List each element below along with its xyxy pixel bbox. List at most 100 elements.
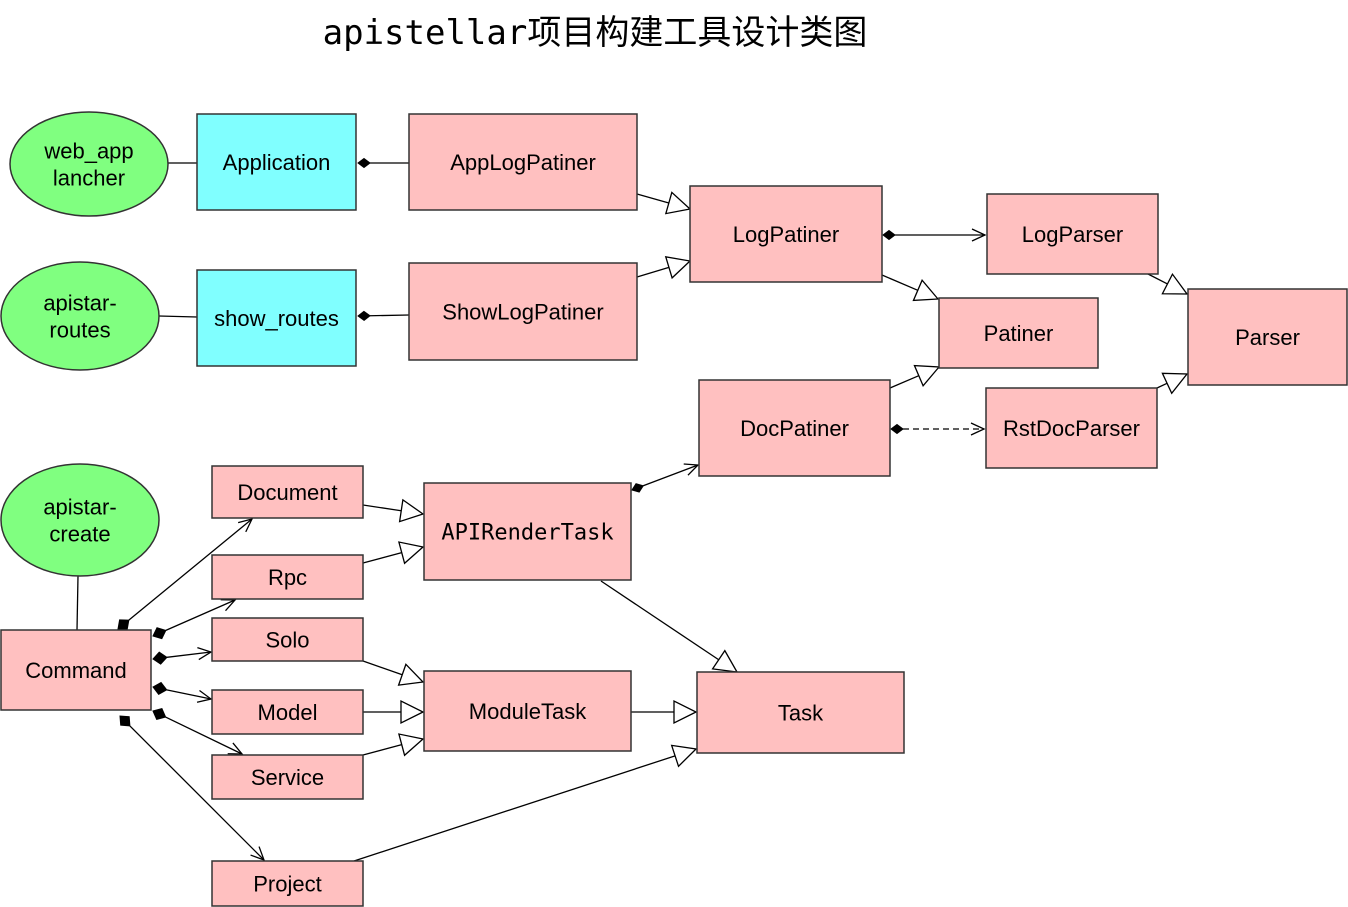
edge-line <box>362 552 402 564</box>
edge-logparser-to-parser <box>1147 272 1189 295</box>
node-label: Project <box>253 872 321 897</box>
edge-logpatiner-to-logparser <box>882 228 987 242</box>
node-application[interactable]: Application <box>196 113 357 211</box>
edge-command-to-solo <box>152 646 213 665</box>
composition-diamond-icon <box>119 715 131 727</box>
node-showlogpatiner[interactable]: ShowLogPatiner <box>408 262 638 361</box>
edge-apistar_create-to-command <box>76 575 79 631</box>
diagram-title: apistellar项目构建工具设计类图 <box>323 13 868 53</box>
edge-docpatiner-to-patiner <box>889 364 941 389</box>
composition-diamond-icon <box>152 708 167 721</box>
edge-rstdocparser-to-parser <box>1156 372 1189 395</box>
node-moduletask[interactable]: ModuleTask <box>423 670 632 752</box>
edge-line <box>362 744 402 756</box>
composition-diamond-icon <box>631 483 645 493</box>
node-web-app-lancher[interactable]: web_applancher <box>9 111 169 217</box>
node-label: LogParser <box>1022 222 1124 247</box>
composition-diamond-icon <box>152 627 167 640</box>
edge-show_routes-to-showlogpatiner <box>357 310 410 322</box>
node-logpatiner[interactable]: LogPatiner <box>689 185 883 283</box>
node-project[interactable]: Project <box>211 860 364 907</box>
node-task[interactable]: Task <box>696 671 905 754</box>
node-apistar-create[interactable]: apistar-create <box>0 463 160 577</box>
actor-ellipse <box>0 463 160 577</box>
node-model[interactable]: Model <box>211 689 364 735</box>
edge-rpc-to-apirendertask <box>362 541 425 565</box>
node-show-routes[interactable]: show_routes <box>196 269 357 367</box>
node-label: Command <box>25 658 126 683</box>
inheritance-triangle-icon <box>664 191 692 215</box>
node-label: ModuleTask <box>469 699 587 724</box>
composition-diamond-icon <box>117 619 130 630</box>
node-label: Rpc <box>268 565 307 590</box>
node-logparser[interactable]: LogParser <box>986 193 1159 275</box>
edge-project-to-task <box>353 744 698 862</box>
edge-moduletask-to-task <box>631 699 698 725</box>
edge-showlogpatiner-to-logpatiner <box>636 256 692 280</box>
node-command[interactable]: Command <box>0 629 152 711</box>
edge-line <box>76 575 79 631</box>
node-label: Solo <box>265 628 309 653</box>
node-solo[interactable]: Solo <box>211 617 364 662</box>
node-applogpatiner[interactable]: AppLogPatiner <box>408 113 638 211</box>
edge-application-to-applogpatiner <box>357 157 409 169</box>
actor-ellipse <box>9 111 169 217</box>
node-label: LogPatiner <box>733 222 839 247</box>
composition-diamond-icon <box>357 310 371 322</box>
node-docpatiner[interactable]: DocPatiner <box>698 379 891 477</box>
composition-diamond-icon <box>890 423 904 435</box>
edge-solo-to-moduletask <box>362 660 425 686</box>
composition-diamond-icon <box>152 681 168 695</box>
node-label: show_routes <box>214 306 339 331</box>
edge-line <box>369 314 410 317</box>
composition-diamond-icon <box>152 651 168 665</box>
inheritance-triangle-icon <box>1161 272 1189 295</box>
inheritance-triangle-icon <box>397 663 425 686</box>
edge-line <box>600 580 720 661</box>
inheritance-triangle-icon <box>913 364 941 387</box>
inheritance-triangle-icon <box>670 744 698 768</box>
edge-model-to-moduletask <box>363 699 425 725</box>
inheritance-triangle-icon <box>912 279 940 302</box>
node-label: ShowLogPatiner <box>442 300 603 325</box>
inheritance-triangle-icon <box>673 699 698 725</box>
node-label: Patiner <box>984 321 1054 346</box>
node-label: Application <box>223 150 331 175</box>
actor-ellipse <box>0 261 160 371</box>
edge-docpatiner-to-rstdocparser <box>890 422 986 436</box>
edge-line <box>1147 273 1168 285</box>
edge-document-to-apirendertask <box>362 498 425 523</box>
node-apistar-routes[interactable]: apistar-routes <box>0 261 160 371</box>
edge-line <box>881 274 919 291</box>
node-label: web_app <box>43 139 133 164</box>
inheritance-triangle-icon <box>664 256 692 280</box>
node-service[interactable]: Service <box>211 754 364 800</box>
node-label: create <box>49 522 110 547</box>
edge-apirendertask-to-docpatiner <box>631 463 700 493</box>
node-label: RstDocParser <box>1003 416 1140 441</box>
node-patiner[interactable]: Patiner <box>938 297 1099 369</box>
edge-line <box>1156 382 1168 389</box>
node-label: Parser <box>1235 325 1300 350</box>
node-label: apistar- <box>43 291 116 316</box>
node-document[interactable]: Document <box>211 465 364 519</box>
node-rpc[interactable]: Rpc <box>211 554 364 600</box>
node-label: Document <box>237 480 337 505</box>
composition-diamond-icon <box>882 229 896 241</box>
edge-line <box>362 660 403 676</box>
node-label: Model <box>258 700 318 725</box>
edge-line <box>636 266 670 278</box>
edge-line <box>353 755 676 862</box>
node-label: apistar- <box>43 495 116 520</box>
inheritance-triangle-icon <box>398 498 425 523</box>
node-label: Task <box>778 701 824 726</box>
edge-applogpatiner-to-logpatiner <box>636 191 692 215</box>
node-label: lancher <box>53 166 125 191</box>
node-parser[interactable]: Parser <box>1187 288 1348 386</box>
class-diagram: apistellar项目构建工具设计类图 web_applancherapist… <box>0 13 1348 907</box>
node-apirendertask[interactable]: APIRenderTask <box>423 482 632 581</box>
node-rstdocparser[interactable]: RstDocParser <box>985 387 1158 469</box>
edge-apirendertask-to-task <box>600 580 739 673</box>
edge-command-to-model <box>152 681 213 703</box>
node-label: Service <box>251 765 324 790</box>
